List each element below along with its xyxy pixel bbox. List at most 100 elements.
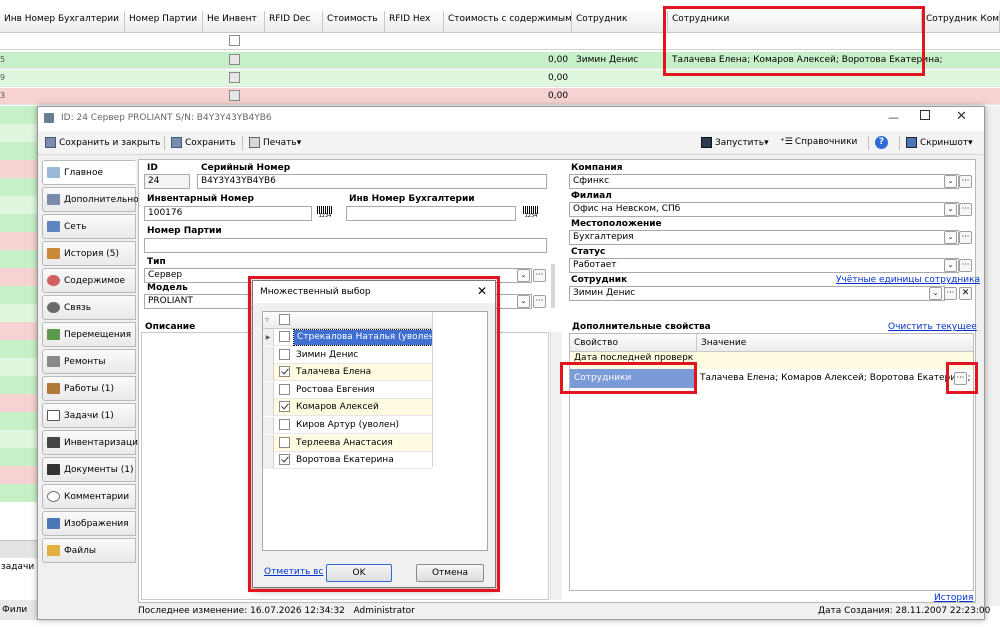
maximize-icon[interactable] xyxy=(920,110,930,120)
chevron-down-icon[interactable]: ⌄ xyxy=(517,295,530,308)
column-header-batch[interactable]: Номер Партии xyxy=(125,11,203,33)
row-checkbox[interactable] xyxy=(229,72,240,83)
close-icon[interactable]: ✕ xyxy=(956,109,967,124)
company-label: Компания xyxy=(571,163,623,173)
tab-comments[interactable]: Комментарии xyxy=(42,484,136,509)
print-button[interactable]: Печать▾ xyxy=(246,135,304,151)
chevron-down-icon[interactable]: ⌄ xyxy=(944,231,957,244)
run-button[interactable]: Запустить▾ xyxy=(698,135,772,151)
serial-label: Серийный Номер xyxy=(201,163,291,173)
column-header-rfid-hex[interactable]: RFID Hex xyxy=(385,11,444,33)
table-icon xyxy=(47,194,60,205)
column-header-cost[interactable]: Стоимость xyxy=(323,11,385,33)
screenshot-button[interactable]: Скриншот▾ xyxy=(903,135,976,151)
save-button[interactable]: Сохранить xyxy=(168,135,239,151)
more-button[interactable]: ··· xyxy=(959,175,972,188)
more-button[interactable]: ··· xyxy=(533,295,546,308)
employee-label: Сотрудник xyxy=(571,275,628,285)
more-button[interactable]: ··· xyxy=(944,287,957,300)
tab-main[interactable]: Главное xyxy=(42,160,136,185)
barcode-caption: 1234 xyxy=(524,213,538,219)
tab-tasks[interactable]: Задачи (1) xyxy=(42,403,136,428)
row-number: 9 xyxy=(0,73,6,82)
chevron-down-icon[interactable]: ⌄ xyxy=(944,259,957,272)
status-label: Статус xyxy=(571,247,606,257)
cell-cost: 0,00 xyxy=(548,91,569,101)
background-tab-tasks[interactable]: задачи (1 xyxy=(0,558,37,576)
equipment-window: ID: 24 Сервер PROLIANT S/N: B4Y3Y43YB4YB… xyxy=(37,106,990,620)
references-button[interactable]: ⁺☰ Справочники xyxy=(777,135,860,151)
minimize-icon[interactable]: — xyxy=(888,111,899,124)
clear-icon[interactable]: ✕ xyxy=(959,287,972,300)
location-select[interactable]: Бухгалтерия xyxy=(569,230,959,245)
inventory-number-field[interactable]: 100176 xyxy=(144,206,312,221)
monitor-icon xyxy=(906,137,917,148)
wrench-icon xyxy=(47,356,60,367)
description-label: Описание xyxy=(145,322,196,332)
column-header-employee-computer[interactable]: Сотрудник Компа xyxy=(922,11,1000,33)
column-header-property[interactable]: Свойство xyxy=(574,338,618,348)
image-icon xyxy=(47,518,60,529)
help-button[interactable]: ? xyxy=(872,135,888,151)
employee-select[interactable]: Зимин Денис xyxy=(569,286,945,301)
employee-accounts-link[interactable]: Учётные единицы сотрудника xyxy=(836,275,980,285)
serial-field[interactable]: B4Y3Y43YB4YB6 xyxy=(197,174,547,189)
more-button[interactable]: ··· xyxy=(959,231,972,244)
tab-label: Комментарии xyxy=(64,492,130,502)
tab-label: Перемещения xyxy=(64,330,132,340)
contents-icon xyxy=(47,275,60,286)
row-checkbox[interactable] xyxy=(229,90,240,101)
company-select[interactable]: Сфинкс xyxy=(569,174,959,189)
tab-label: Ремонты xyxy=(64,357,106,367)
tab-works[interactable]: Работы (1) xyxy=(42,376,136,401)
filter-checkbox[interactable] xyxy=(229,35,240,46)
tab-label: Документы (1) xyxy=(64,465,134,475)
dropdown-arrow-icon: ▾ xyxy=(764,138,769,148)
chevron-down-icon[interactable]: ⌄ xyxy=(944,203,957,216)
tab-contents[interactable]: Содержимое xyxy=(42,268,136,293)
tab-label: Связь xyxy=(64,303,92,313)
history-link[interactable]: История xyxy=(934,593,973,603)
tab-label: Изображения xyxy=(64,519,129,529)
tab-additional[interactable]: Дополнительно xyxy=(42,187,139,212)
column-header-employee[interactable]: Сотрудник xyxy=(572,11,668,33)
tab-inventories[interactable]: Инвентаризации xyxy=(42,430,144,455)
inventory-number-label: Инвентарный Номер xyxy=(147,194,254,204)
table-row[interactable]: 3 0,00 xyxy=(0,88,1000,105)
extra-row-value: Талачева Елена; Комаров Алексей; Воротов… xyxy=(700,373,971,383)
chevron-down-icon[interactable]: ⌄ xyxy=(517,269,530,282)
column-header-rfid-dec[interactable]: RFID Dec xyxy=(265,11,323,33)
window-titlebar[interactable]: ID: 24 Сервер PROLIANT S/N: B4Y3Y43YB4YB… xyxy=(38,107,984,131)
tab-documents[interactable]: Документы (1) xyxy=(42,457,136,482)
more-button[interactable]: ··· xyxy=(533,269,546,282)
branch-select[interactable]: Офис на Невском, СПб xyxy=(569,202,959,217)
tab-network[interactable]: Сеть xyxy=(42,214,136,239)
barcode-icon[interactable]: 1234 xyxy=(523,206,539,220)
barcode-icon[interactable]: 1234 xyxy=(317,206,333,220)
column-header-value[interactable]: Значение xyxy=(701,338,746,348)
inv-acc-field[interactable] xyxy=(346,206,516,221)
tab-files[interactable]: Файлы xyxy=(42,538,136,563)
column-header-not-inventory[interactable]: Не Инвент xyxy=(203,11,265,33)
status-select[interactable]: Работает xyxy=(569,258,959,273)
save-and-close-label: Сохранить и закрыть xyxy=(59,138,161,148)
more-button[interactable]: ··· xyxy=(959,203,972,216)
tab-movements[interactable]: Перемещения xyxy=(42,322,136,347)
tab-link[interactable]: Связь xyxy=(42,295,136,320)
chevron-down-icon[interactable]: ⌄ xyxy=(944,175,957,188)
link-icon xyxy=(47,302,60,313)
save-and-close-button[interactable]: Сохранить и закрыть xyxy=(42,135,163,151)
batch-field[interactable] xyxy=(144,238,547,253)
column-header-inv-acc[interactable]: Инв Номер Бухгалтерии xyxy=(0,11,125,33)
row-checkbox[interactable] xyxy=(229,54,240,65)
tab-images[interactable]: Изображения xyxy=(42,511,136,536)
clear-current-link[interactable]: Очистить текущее xyxy=(888,322,977,332)
column-header-cost-with-content[interactable]: Стоимость с содержимым xyxy=(444,11,572,33)
highlight-employees-column xyxy=(663,6,925,76)
tab-label: Содержимое xyxy=(64,276,126,286)
more-button[interactable]: ··· xyxy=(959,259,972,272)
tab-history[interactable]: История (5) xyxy=(42,241,136,266)
splitter[interactable] xyxy=(551,264,555,308)
tab-repairs[interactable]: Ремонты xyxy=(42,349,136,374)
chevron-down-icon[interactable]: ⌄ xyxy=(929,287,942,300)
